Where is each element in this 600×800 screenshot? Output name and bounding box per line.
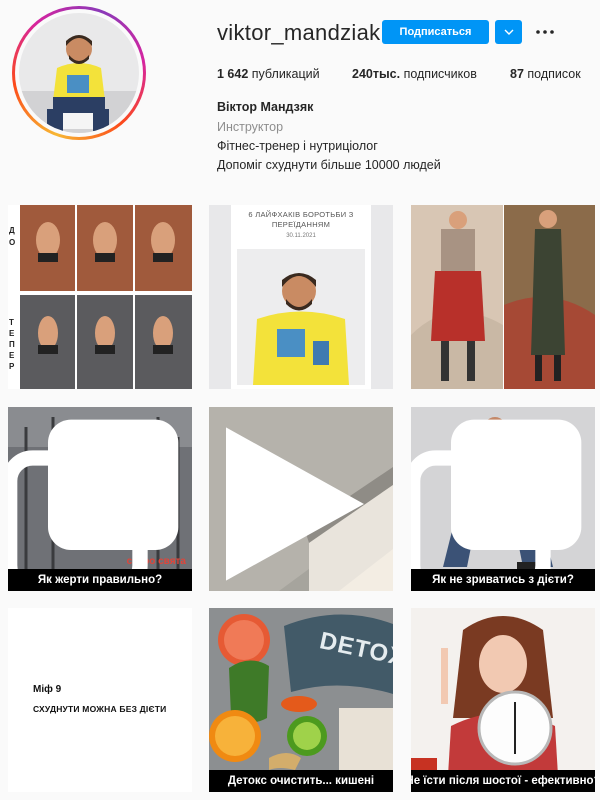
post-date: 30.11.2021 (286, 233, 316, 239)
post-room-video[interactable] (209, 407, 393, 591)
profile-category: Инструктор (217, 120, 284, 134)
followers-label: подписчиков (403, 67, 477, 81)
bio-line: Допоміг схуднути більше 10000 людей (217, 158, 441, 172)
more-options-icon (536, 30, 554, 34)
followers-stat[interactable]: 240тыс. подписчиков (352, 67, 477, 81)
avatar-frame (15, 9, 143, 137)
avatar-story-ring[interactable] (12, 6, 146, 140)
profile-username: viktor_mandziak (217, 20, 381, 45)
following-count: 87 (510, 67, 524, 81)
post-caption: Як жерти правильно? (8, 569, 192, 591)
post-detox[interactable]: DETOX Детокс очистить... кишені (209, 608, 393, 792)
post-transformation-women[interactable] (411, 205, 595, 389)
myth-number: Міф 9 (33, 684, 62, 695)
post-title: 6 ЛАЙФХАКІВ БОРОТЬБИ З ПЕРЕЇДАННЯМ (248, 210, 354, 229)
before-label: ДО (9, 226, 16, 247)
post-lifehacks[interactable]: 6 ЛАЙФХАКІВ БОРОТЬБИ З ПЕРЕЇДАННЯМ 30.11… (209, 205, 393, 389)
post-eating-after-six[interactable]: Не їсти після шостої - ефективно? (411, 608, 595, 792)
carousel-icon (411, 419, 582, 591)
post-image (411, 608, 595, 792)
follow-button[interactable]: Подписаться (382, 20, 489, 44)
video-play-icon (226, 427, 364, 581)
following-stat[interactable]: 87 подписок (510, 67, 581, 81)
chevron-down-icon (504, 29, 513, 35)
posts-label: публикаций (251, 67, 320, 81)
carousel-icon (8, 419, 179, 591)
post-diet-tips[interactable]: Як не зриватись з дієти? (411, 407, 595, 591)
posts-stat: 1 642 публикаций (217, 67, 320, 81)
more-options-button[interactable] (535, 22, 555, 42)
followers-count: 240тыс. (352, 67, 401, 81)
post-image (8, 205, 192, 389)
post-caption: Детокс очистить... кишені (209, 770, 393, 792)
suggested-accounts-button[interactable] (495, 20, 522, 44)
following-label: подписок (527, 67, 581, 81)
avatar[interactable] (19, 13, 139, 133)
after-label: ТЕПЕР (9, 318, 15, 371)
myth-statement: СХУДНУТИ МОЖНА БЕЗ ДІЄТИ (33, 704, 167, 714)
post-before-after[interactable]: ДО ТЕПЕР (8, 205, 192, 389)
bio-line: Фітнес-тренер і нутриціолог (217, 139, 378, 153)
post-myth[interactable]: Міф 9 СХУДНУТИ МОЖНА БЕЗ ДІЄТИ (8, 608, 192, 792)
post-caption: Як не зриватись з дієти? (411, 569, 595, 591)
posts-count: 1 642 (217, 67, 249, 81)
post-photo (237, 249, 365, 385)
post-gym-video[interactable]: скоро свята Як жерти правильно? (8, 407, 192, 591)
post-image (411, 205, 595, 389)
profile-full-name: Віктор Мандзяк (217, 100, 314, 114)
post-caption: Не їсти після шостої - ефективно? (411, 770, 595, 792)
